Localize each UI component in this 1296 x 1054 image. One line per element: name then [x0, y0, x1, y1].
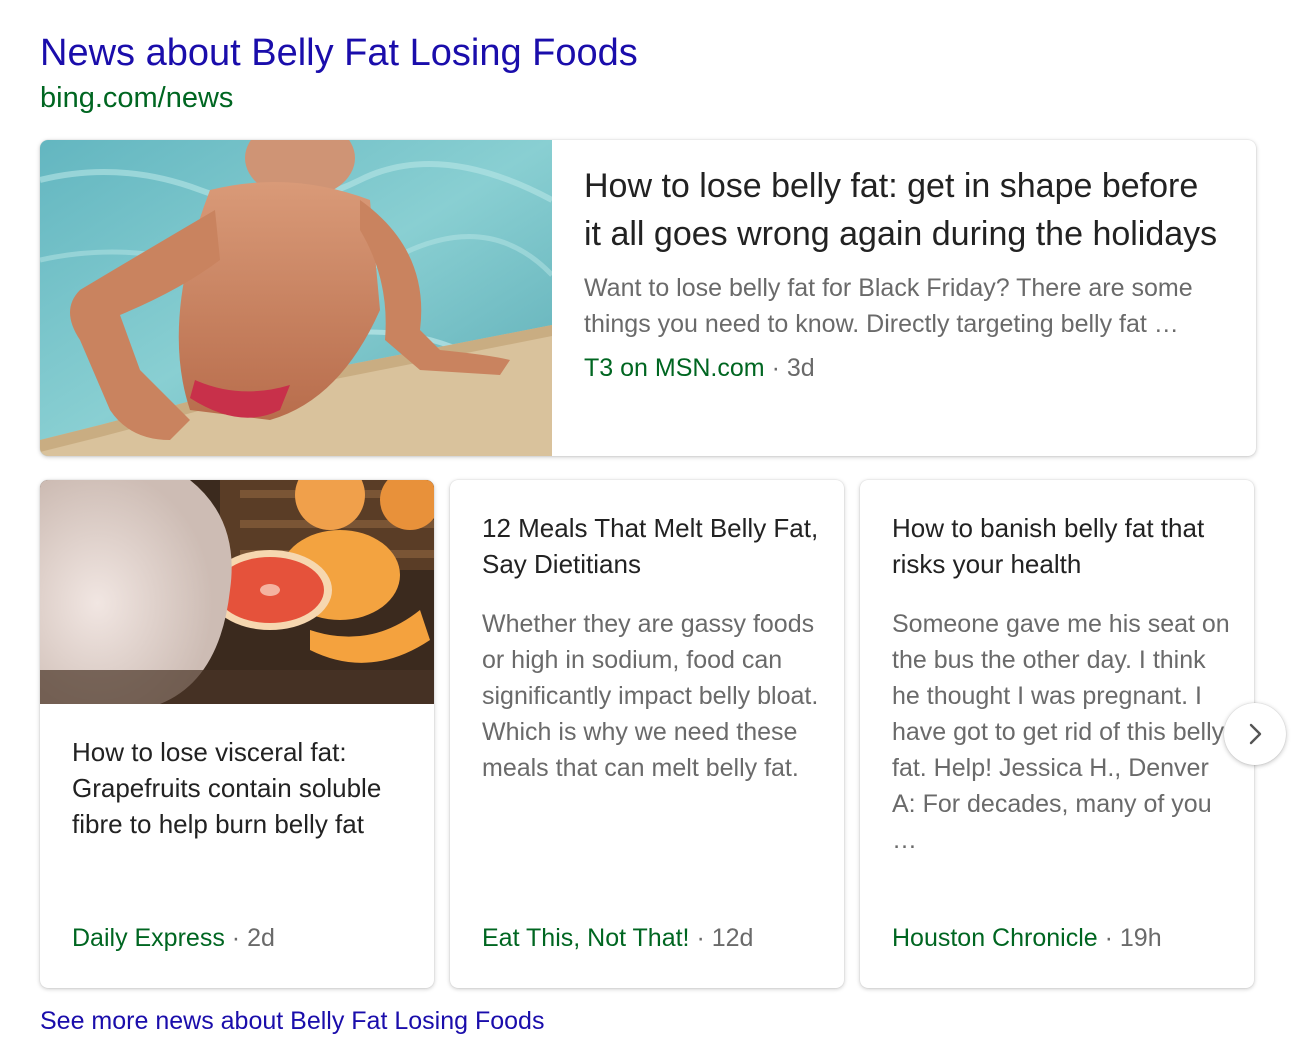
meta-separator: ·	[696, 924, 705, 952]
news-card-snippet: Someone gave me his seat on the bus the …	[892, 610, 1230, 854]
article-age: 2d	[247, 924, 275, 952]
featured-news-card[interactable]: How to lose belly fat: get in shape befo…	[40, 140, 1256, 456]
news-card-2[interactable]: 12 Meals That Melt Belly Fat, Say Dietit…	[450, 480, 844, 988]
article-age: 3d	[786, 354, 815, 382]
publisher-name: Houston Chronicle	[892, 924, 1098, 952]
news-card-headline[interactable]: 12 Meals That Melt Belly Fat, Say Dietit…	[482, 510, 822, 582]
article-age: 12d	[711, 924, 754, 952]
meta-separator: ·	[1104, 924, 1113, 952]
news-section-title[interactable]: News about Belly Fat Losing Foods	[40, 30, 638, 76]
featured-news-headline[interactable]: How to lose belly fat: get in shape befo…	[584, 162, 1224, 258]
news-card-snippet: Whether they are gassy foods or high in …	[482, 610, 819, 782]
featured-news-snippet: Want to lose belly fat for Black Friday?…	[584, 274, 1193, 338]
news-card-meta: Eat This, Not That! · 12d	[482, 922, 753, 954]
featured-news-image	[40, 140, 552, 456]
publisher-name: Daily Express	[72, 924, 225, 952]
news-card-image	[40, 480, 434, 704]
news-source-url: bing.com/news	[40, 82, 234, 114]
news-card-headline[interactable]: How to banish belly fat that risks your …	[892, 510, 1232, 582]
news-card-meta: Houston Chronicle · 19h	[892, 922, 1162, 954]
see-more-news-link[interactable]: See more news about Belly Fat Losing Foo…	[40, 1004, 544, 1038]
news-card-1[interactable]: How to lose visceral fat: Grapefruits co…	[40, 480, 434, 988]
news-card-headline[interactable]: How to lose visceral fat: Grapefruits co…	[72, 734, 412, 842]
carousel-next-button[interactable]	[1224, 703, 1286, 765]
news-card-3[interactable]: How to banish belly fat that risks your …	[860, 480, 1254, 988]
publisher-name: Eat This, Not That!	[482, 924, 690, 952]
news-card-meta: Daily Express · 2d	[72, 922, 275, 954]
chevron-right-icon	[1249, 723, 1262, 745]
article-age: 19h	[1119, 924, 1162, 952]
meta-separator: ·	[771, 354, 780, 382]
featured-news-meta: T3 on MSN.com · 3d	[584, 352, 1224, 384]
publisher-name: T3 on MSN.com	[584, 354, 765, 382]
meta-separator: ·	[231, 924, 241, 952]
